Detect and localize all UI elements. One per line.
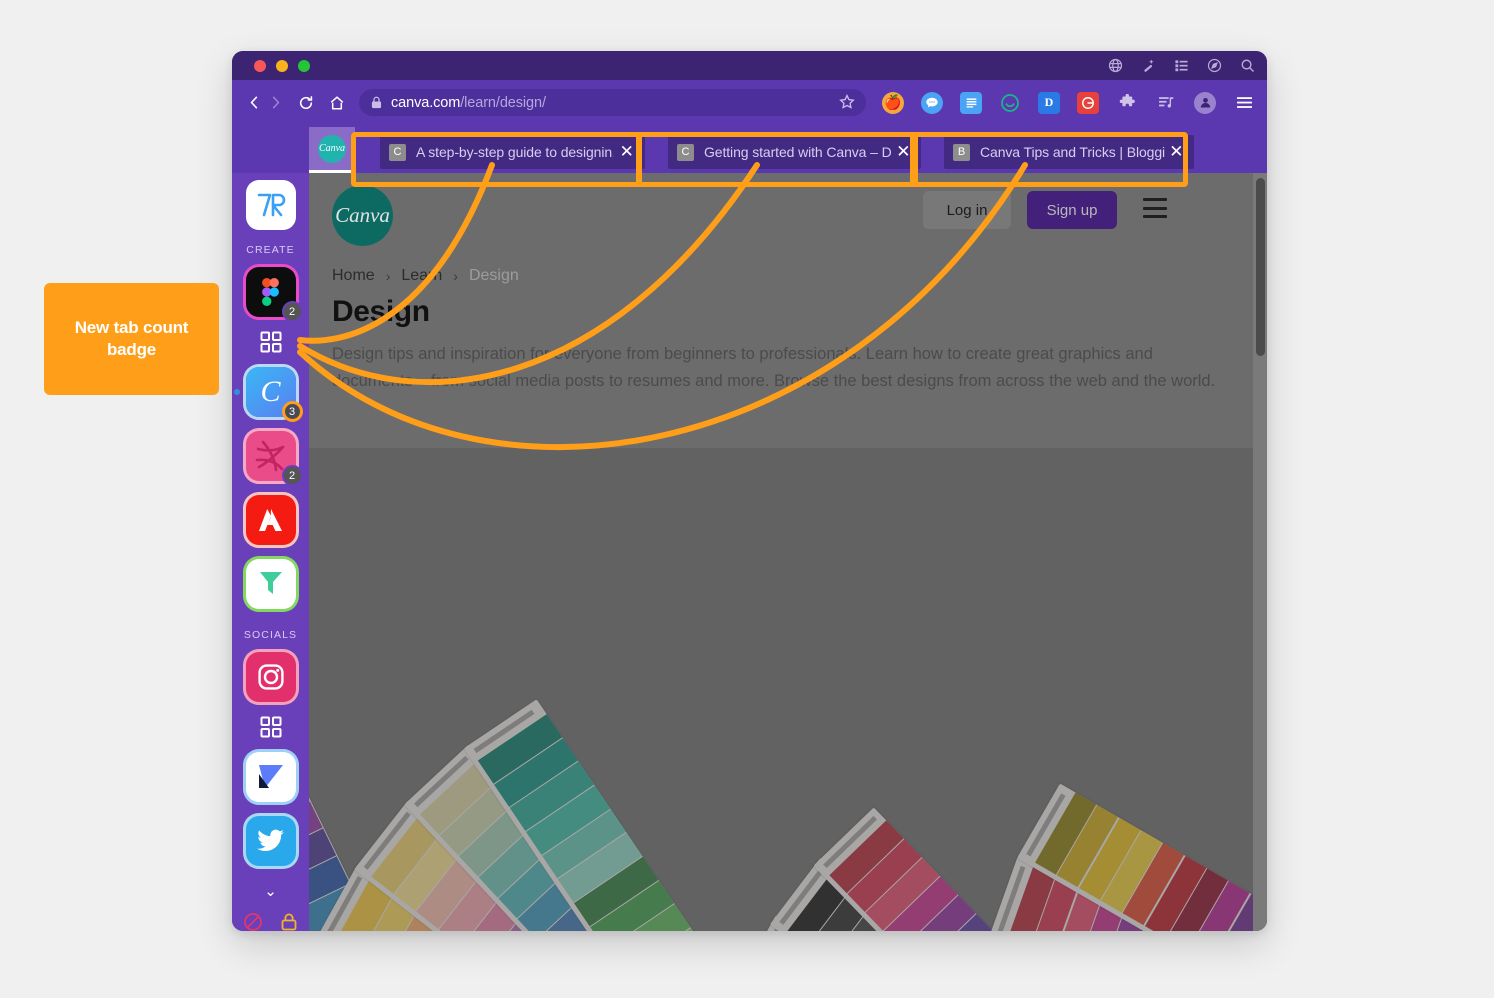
wand-icon[interactable]	[1141, 58, 1156, 73]
block-ads-icon[interactable]	[243, 912, 263, 931]
tab-close-icon[interactable]: ✕	[614, 142, 639, 162]
compass-icon[interactable]	[1207, 58, 1222, 73]
puzzle-extensions-icon[interactable]	[1116, 92, 1138, 114]
pantone-color-fan-deck-photo	[309, 448, 1253, 931]
tab-item-0[interactable]: C A step-by-step guide to designin… ✕	[380, 135, 645, 169]
apple-extension-icon[interactable]: 🍎	[882, 91, 904, 114]
tab-favicon: C	[389, 143, 406, 161]
breadcrumb-separator-icon: ›	[385, 268, 391, 284]
tab-close-icon[interactable]: ✕	[1165, 142, 1188, 162]
page-scrollbar[interactable]	[1253, 173, 1267, 931]
search-icon[interactable]	[1240, 58, 1255, 73]
tab-title: Canva Tips and Tricks | Bloggin…	[980, 144, 1165, 160]
address-bar[interactable]: canva.com/learn/design/	[359, 89, 866, 116]
annotation-callout: New tab count badge	[44, 283, 219, 395]
add-apps-grid-icon[interactable]	[260, 716, 282, 738]
breadcrumb-item-design: Design	[468, 267, 519, 284]
back-button[interactable]	[244, 89, 265, 117]
sidebar-section-label-socials: SOCIALS	[243, 629, 298, 641]
browser-content-area: CREATE 2 C 3 2 SOCIALS ⌄ Canva Log in Si…	[232, 173, 1267, 931]
sidebar-section-label-create: CREATE	[246, 244, 295, 256]
address-bar-url: canva.com/learn/design/	[391, 95, 546, 111]
signup-button[interactable]: Sign up	[1027, 191, 1117, 229]
browser-menu-icon[interactable]	[1233, 92, 1255, 114]
smiley-icon[interactable]	[999, 92, 1021, 114]
linkedin-app-icon[interactable]	[245, 752, 296, 802]
canva-app-icon[interactable]: C 3	[233, 367, 303, 422]
canva-logo[interactable]: Canva	[332, 185, 393, 246]
home-button[interactable]	[326, 89, 347, 117]
login-button[interactable]: Log in	[923, 191, 1011, 229]
active-site-tab[interactable]: Canva	[309, 127, 355, 173]
window-maximize-button[interactable]	[298, 60, 310, 72]
7r-workspace-icon[interactable]	[245, 180, 296, 230]
figma-app-icon[interactable]: 2	[245, 267, 303, 322]
forward-button[interactable]	[265, 89, 286, 117]
extension-icon-row: 🍎 D	[882, 91, 1255, 114]
active-app-indicator	[233, 389, 240, 395]
page-description: Design tips and inspiration for everyone…	[332, 345, 1216, 390]
url-path: /learn/design/	[460, 94, 546, 111]
page-title: Design	[332, 295, 430, 328]
tab-item-1[interactable]: C Getting started with Canva – De… ✕	[668, 135, 921, 169]
tab-item-2[interactable]: B Canva Tips and Tricks | Bloggin… ✕	[944, 135, 1194, 169]
adobe-app-icon[interactable]	[245, 495, 296, 545]
breadcrumb-separator-icon: ›	[453, 268, 458, 284]
hamburger-menu-icon[interactable]	[1143, 198, 1167, 218]
tab-close-icon[interactable]: ✕	[892, 142, 915, 162]
url-domain: canva.com	[391, 94, 461, 111]
breadcrumb-item-learn[interactable]: Learn	[401, 267, 442, 285]
dribbble-app-icon[interactable]: 2	[245, 431, 303, 486]
app-badge-count: 2	[281, 465, 303, 486]
instagram-app-icon[interactable]	[245, 652, 296, 702]
chat-bubble-icon[interactable]	[921, 91, 943, 114]
lock-icon	[371, 96, 382, 109]
profile-avatar-icon[interactable]	[1194, 91, 1216, 114]
tab-title: A step-by-step guide to designin…	[416, 144, 615, 160]
tab-title: Getting started with Canva – De…	[704, 144, 892, 160]
web-page: Canva Log in Sign up Home › Learn › Desi…	[309, 173, 1267, 931]
reload-button[interactable]	[296, 89, 317, 117]
lock-icon[interactable]	[279, 912, 299, 931]
tab-favicon: B	[953, 143, 970, 161]
browser-window: canva.com/learn/design/ 🍎 D Canva C A st…	[232, 51, 1267, 931]
annotation-callout-text: New tab count badge	[74, 318, 189, 359]
window-titlebar	[232, 51, 1267, 80]
window-minimize-button[interactable]	[276, 60, 288, 72]
browser-toolbar: canva.com/learn/design/ 🍎 D	[232, 80, 1267, 125]
canva-favicon: Canva	[318, 134, 346, 163]
tab-strip: Canva C A step-by-step guide to designin…	[232, 125, 1267, 187]
dashlane-icon[interactable]: D	[1038, 91, 1060, 114]
list-icon[interactable]	[1174, 58, 1189, 73]
new-tab-count-badge: 3	[281, 401, 303, 422]
star-icon[interactable]	[839, 94, 855, 110]
tab-favicon: C	[677, 143, 694, 161]
figma-alt-app-icon[interactable]	[245, 559, 296, 609]
add-apps-grid-icon[interactable]	[260, 331, 282, 353]
hero-dim-overlay	[309, 448, 1253, 931]
page-scrollbar-thumb[interactable]	[1256, 178, 1265, 356]
site-header: Canva Log in Sign up	[309, 173, 1267, 246]
playlist-icon[interactable]	[1155, 92, 1177, 114]
sidebar-collapse-chevron-icon[interactable]: ⌄	[264, 882, 277, 900]
app-sidebar: CREATE 2 C 3 2 SOCIALS ⌄	[232, 173, 309, 931]
grammarly-icon[interactable]	[1077, 91, 1099, 114]
breadcrumb-item-home[interactable]: Home	[332, 267, 375, 285]
document-icon[interactable]	[960, 91, 982, 114]
twitter-app-icon[interactable]	[245, 816, 296, 866]
app-badge-count: 2	[281, 301, 303, 322]
breadcrumb: Home › Learn › Design	[332, 267, 519, 285]
window-close-button[interactable]	[254, 60, 266, 72]
globe-icon[interactable]	[1108, 58, 1123, 73]
